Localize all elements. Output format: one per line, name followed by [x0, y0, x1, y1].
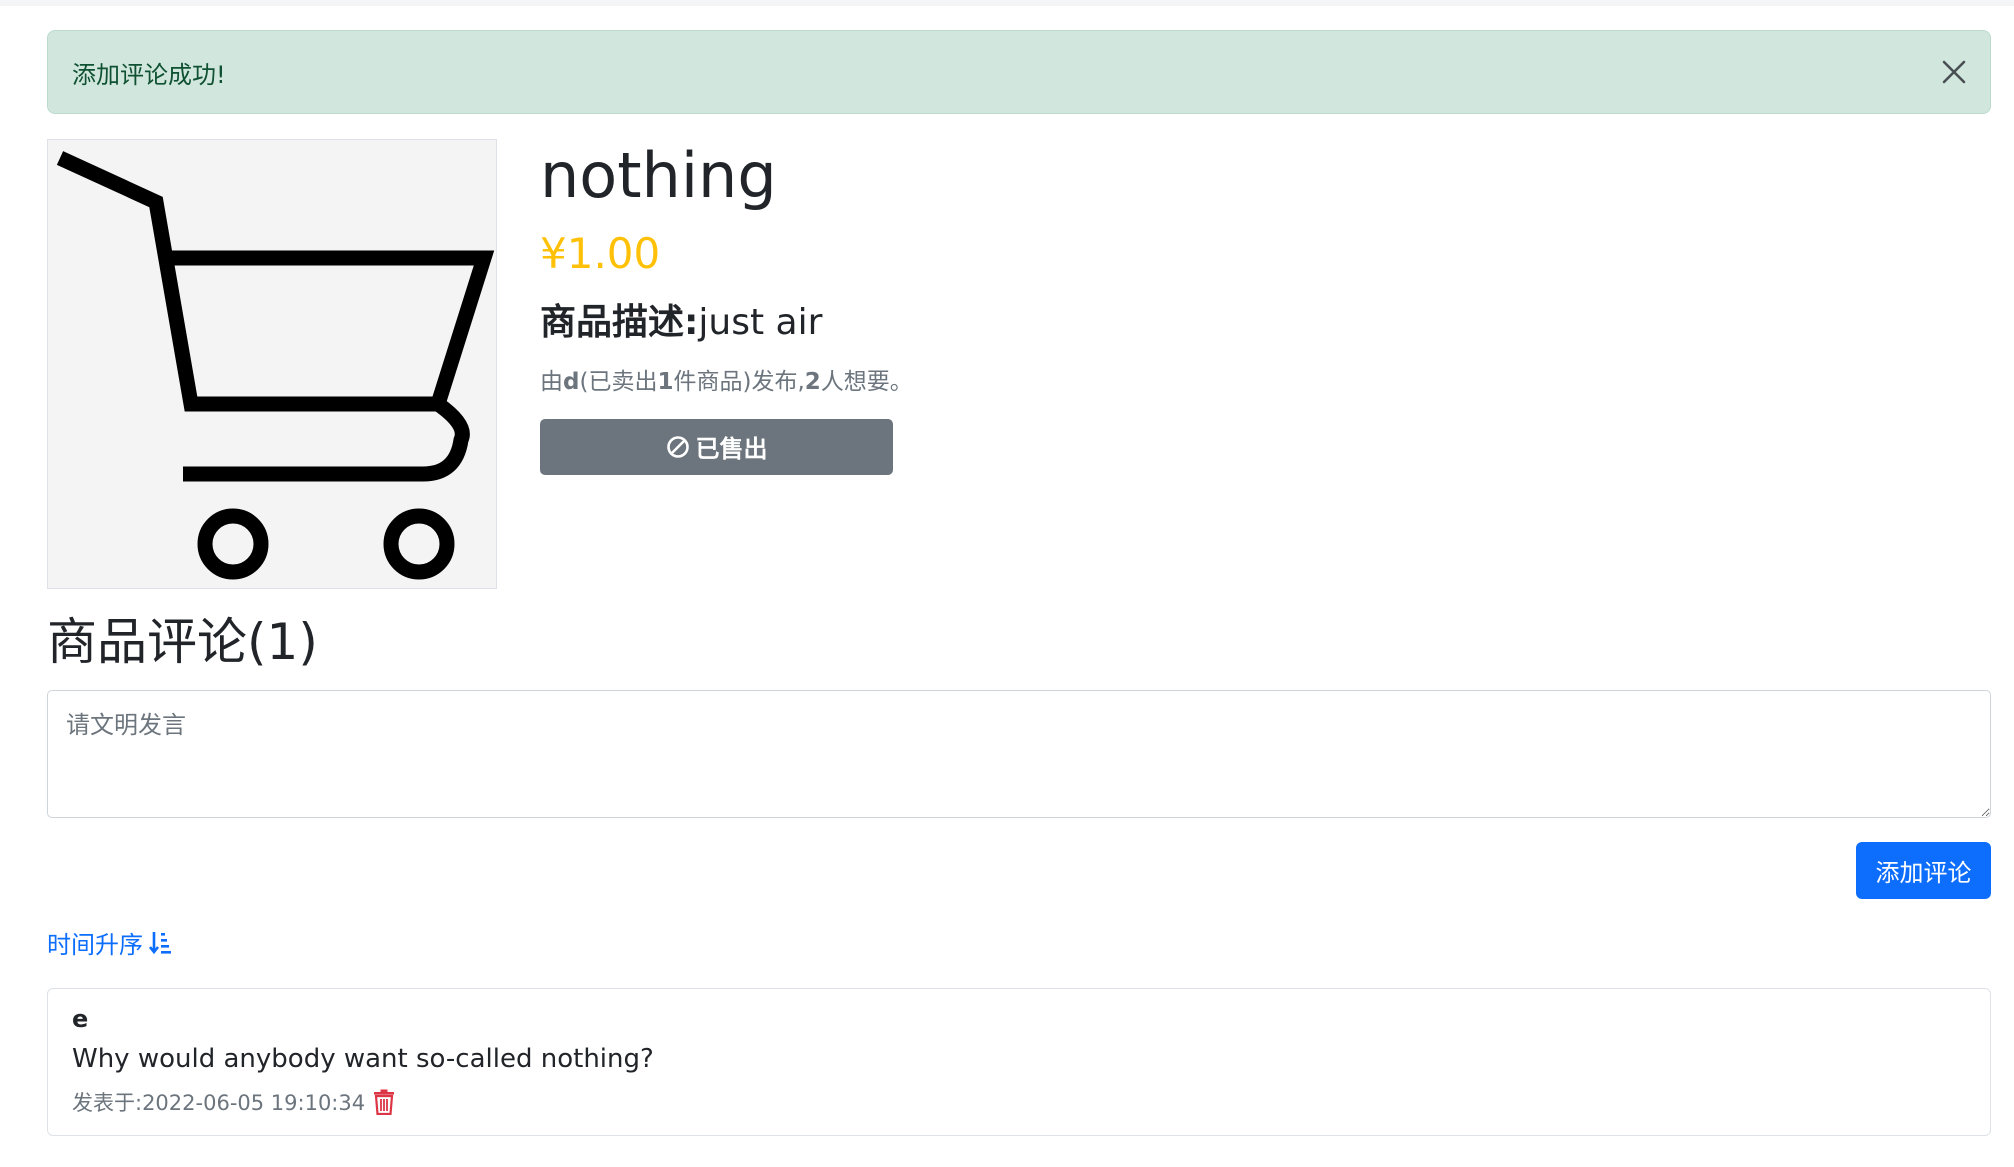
- alert-message: 添加评论成功!: [72, 60, 226, 89]
- meta-sold-suffix: 件商品)发布,: [673, 369, 805, 395]
- comment-item: e Why would anybody want so-called nothi…: [47, 988, 1991, 1136]
- sort-by-time-link[interactable]: 时间升序: [47, 925, 173, 960]
- product-name: nothing: [540, 139, 777, 212]
- comment-time-row: 发表于:2022-06-05 19:10:34: [72, 1087, 1966, 1117]
- comment-input[interactable]: [47, 690, 1991, 818]
- sold-out-button[interactable]: 已售出: [540, 418, 893, 475]
- want-count: 2: [804, 369, 821, 395]
- page-container: 添加评论成功! nothing ¥1.00 商品描述:just air 由d(已…: [47, 30, 1991, 1136]
- shopping-cart-icon: [56, 151, 495, 580]
- meta-want-suffix: 人想要。: [820, 369, 913, 395]
- comment-time: 发表于:2022-06-05 19:10:34: [72, 1090, 366, 1115]
- comment-actions: 添加评论: [47, 842, 1991, 899]
- comment-body: Why would anybody want so-called nothing…: [72, 1043, 654, 1074]
- sort-numeric-down-icon: [149, 930, 173, 956]
- seller-name: d: [563, 369, 580, 395]
- success-alert: 添加评论成功!: [47, 30, 1991, 114]
- sold-out-label: 已售出: [695, 435, 768, 464]
- ban-icon: [666, 435, 690, 459]
- meta-prefix: 由: [540, 369, 563, 395]
- trash-icon[interactable]: [373, 1089, 395, 1115]
- top-strip: [0, 0, 2014, 6]
- description-text: just air: [698, 302, 823, 343]
- sold-count: 1: [657, 369, 674, 395]
- product-section: nothing ¥1.00 商品描述:just air 由d(已卖出1件商品)发…: [47, 139, 1991, 589]
- comment-author: e: [72, 1005, 89, 1033]
- description-label: 商品描述:: [540, 302, 699, 343]
- close-icon[interactable]: [1940, 58, 1968, 86]
- comments-title: 商品评论(1): [47, 613, 318, 671]
- product-meta: 由d(已卖出1件商品)发布,2人想要。: [540, 369, 913, 397]
- sort-label: 时间升序: [47, 931, 143, 959]
- product-description: 商品描述:just air: [540, 305, 913, 341]
- product-info: nothing ¥1.00 商品描述:just air 由d(已卖出1件商品)发…: [540, 139, 913, 475]
- product-price: ¥1.00: [540, 229, 661, 278]
- add-comment-button[interactable]: 添加评论: [1856, 842, 1991, 899]
- meta-sold-prefix: (已卖出: [579, 369, 658, 395]
- product-image: [47, 139, 497, 589]
